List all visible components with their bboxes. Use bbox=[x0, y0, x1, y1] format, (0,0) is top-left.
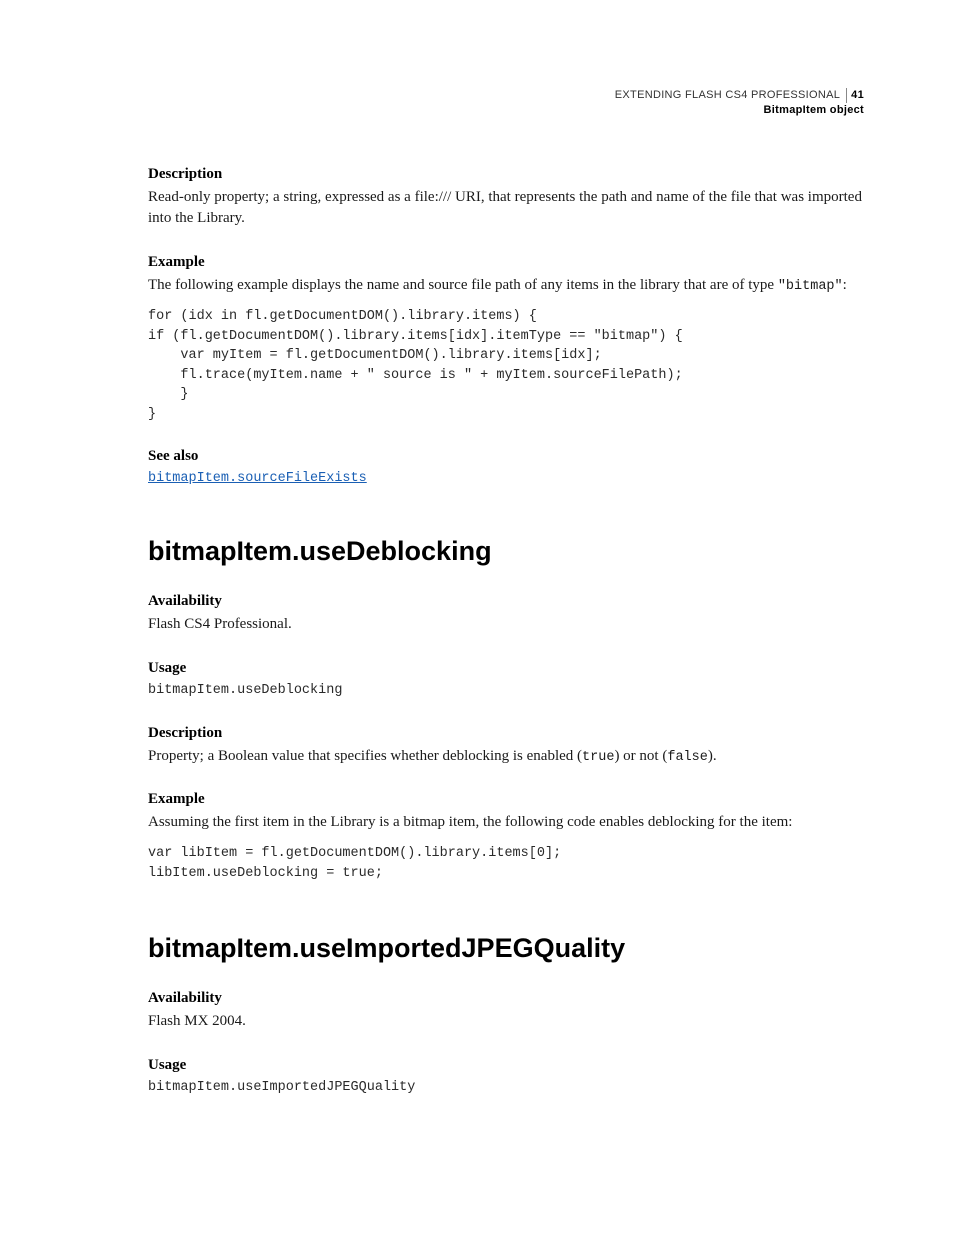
example-label-2: Example bbox=[148, 791, 864, 808]
example-intro: The following example displays the name … bbox=[148, 275, 864, 297]
usage-code-3: bitmapItem.useImportedJPEGQuality bbox=[148, 1078, 864, 1098]
availability-label-3: Availability bbox=[148, 990, 864, 1007]
header-section: BitmapItem object bbox=[764, 104, 864, 116]
example-block: Example The following example displays t… bbox=[148, 254, 864, 424]
example-intro-post: : bbox=[843, 277, 847, 293]
description-label-2: Description bbox=[148, 725, 864, 742]
example-intro-code: "bitmap" bbox=[778, 279, 843, 294]
running-header: EXTENDING FLASH CS4 PROFESSIONAL 41 Bitma… bbox=[148, 88, 864, 118]
description-label: Description bbox=[148, 166, 864, 183]
desc-mid: ) or not ( bbox=[614, 748, 667, 764]
page-number: 41 bbox=[851, 89, 864, 101]
header-title: EXTENDING FLASH CS4 PROFESSIONAL bbox=[615, 88, 847, 103]
seealso-block: See also bitmapItem.sourceFileExists bbox=[148, 448, 864, 486]
desc-false: false bbox=[667, 750, 708, 765]
description-block-2: Description Property; a Boolean value th… bbox=[148, 725, 864, 768]
api-heading-useimportedjpegquality: bitmapItem.useImportedJPEGQuality bbox=[148, 933, 864, 964]
desc-true: true bbox=[582, 750, 614, 765]
desc-pre: Property; a Boolean value that specifies… bbox=[148, 748, 582, 764]
usage-block: Usage bitmapItem.useDeblocking bbox=[148, 660, 864, 701]
code-block-2: var libItem = fl.getDocumentDOM().librar… bbox=[148, 844, 864, 883]
api-heading-usedeblocking: bitmapItem.useDeblocking bbox=[148, 536, 864, 567]
usage-code: bitmapItem.useDeblocking bbox=[148, 681, 864, 701]
page-content: EXTENDING FLASH CS4 PROFESSIONAL 41 Bitma… bbox=[0, 0, 954, 1182]
description-block: Description Read-only property; a string… bbox=[148, 166, 864, 231]
description-text: Read-only property; a string, expressed … bbox=[148, 187, 864, 231]
desc-post: ). bbox=[708, 748, 717, 764]
example-intro-2: Assuming the first item in the Library i… bbox=[148, 812, 864, 834]
seealso-link[interactable]: bitmapItem.sourceFileExists bbox=[148, 471, 864, 486]
availability-block-3: Availability Flash MX 2004. bbox=[148, 990, 864, 1033]
example-block-2: Example Assuming the first item in the L… bbox=[148, 791, 864, 883]
availability-text-3: Flash MX 2004. bbox=[148, 1011, 864, 1033]
availability-block: Availability Flash CS4 Professional. bbox=[148, 593, 864, 636]
availability-text: Flash CS4 Professional. bbox=[148, 614, 864, 636]
example-intro-pre: The following example displays the name … bbox=[148, 277, 778, 293]
usage-label-3: Usage bbox=[148, 1057, 864, 1074]
availability-label: Availability bbox=[148, 593, 864, 610]
seealso-label: See also bbox=[148, 448, 864, 465]
example-label: Example bbox=[148, 254, 864, 271]
description-text-2: Property; a Boolean value that specifies… bbox=[148, 746, 864, 768]
usage-label: Usage bbox=[148, 660, 864, 677]
code-block: for (idx in fl.getDocumentDOM().library.… bbox=[148, 307, 864, 424]
usage-block-3: Usage bitmapItem.useImportedJPEGQuality bbox=[148, 1057, 864, 1098]
